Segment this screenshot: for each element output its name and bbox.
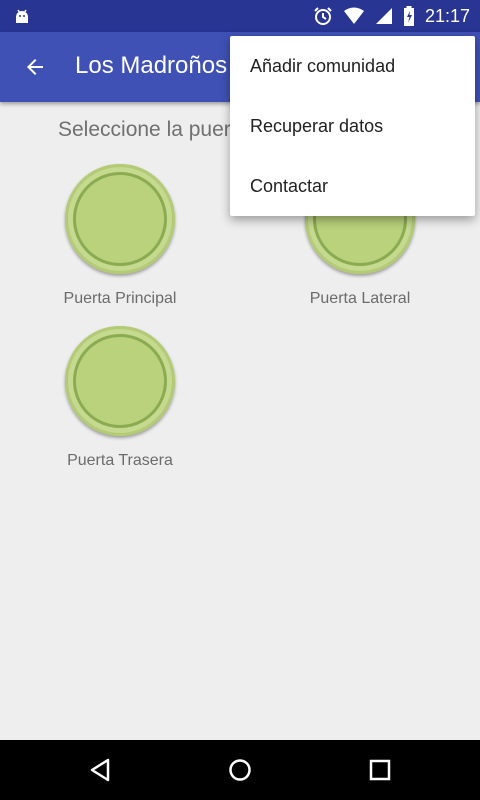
overflow-menu: Añadir comunidad Recuperar datos Contact…: [230, 36, 475, 216]
status-bar: 21:17: [0, 0, 480, 32]
door-button-ring: [73, 172, 167, 266]
door-label: Puerta Lateral: [309, 290, 411, 307]
door-button-principal[interactable]: [65, 164, 175, 274]
home-circle-icon[interactable]: [226, 756, 254, 784]
signal-icon: [375, 8, 392, 24]
door-label: Puerta Trasera: [67, 452, 173, 469]
back-triangle-icon[interactable]: [86, 756, 114, 784]
back-button[interactable]: [18, 50, 52, 84]
wifi-icon: [343, 7, 364, 24]
recents-square-icon[interactable]: [366, 756, 394, 784]
menu-item-add-community[interactable]: Añadir comunidad: [230, 36, 475, 96]
menu-item-contact[interactable]: Contactar: [230, 156, 475, 216]
door-button-trasera[interactable]: [65, 326, 175, 436]
status-time: 21:17: [424, 5, 470, 26]
select-door-prompt: Seleccione la puerta: [58, 118, 249, 141]
alarm-icon: [314, 7, 332, 25]
door-item: Puerta Trasera: [35, 326, 205, 470]
battery-icon: [403, 6, 414, 26]
door-button-ring: [73, 334, 167, 428]
door-label: Puerta Principal: [63, 290, 177, 307]
android-debug-icon: [16, 9, 28, 23]
app-title: Los Madroños: [75, 52, 228, 79]
menu-item-recover-data[interactable]: Recuperar datos: [230, 96, 475, 156]
navigation-bar: [0, 740, 480, 800]
arrow-left-icon: [27, 59, 43, 75]
door-item: Puerta Principal: [35, 164, 205, 308]
